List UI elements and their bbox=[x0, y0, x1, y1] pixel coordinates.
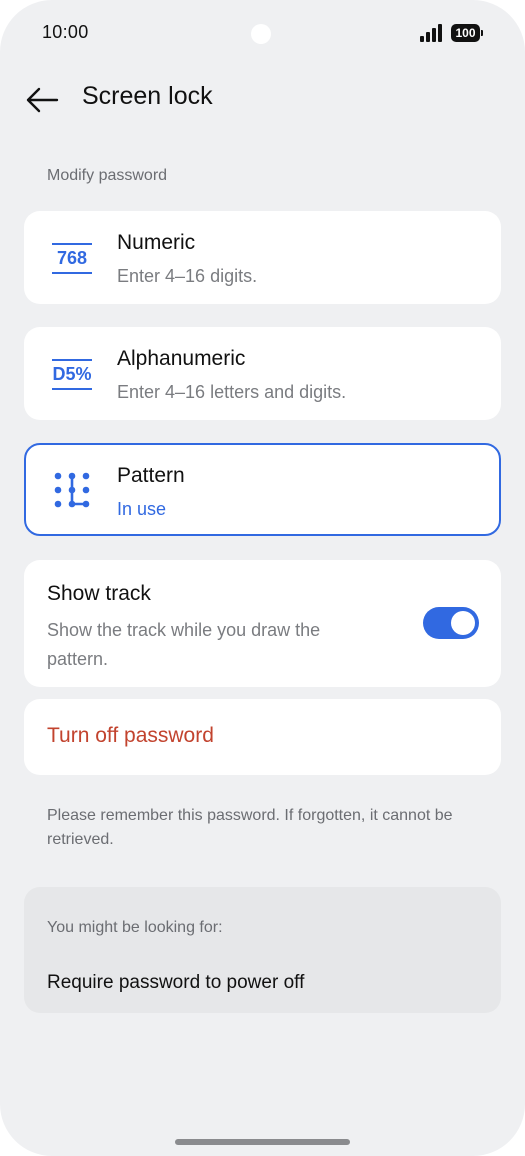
front-camera bbox=[251, 24, 271, 44]
home-indicator[interactable] bbox=[175, 1139, 350, 1145]
toggle-knob bbox=[451, 611, 475, 635]
signal-icon bbox=[420, 24, 444, 42]
back-arrow-icon bbox=[26, 87, 59, 113]
option-numeric[interactable]: 768 Numeric Enter 4–16 digits. bbox=[24, 211, 501, 304]
suggestions-panel: You might be looking for: Require passwo… bbox=[24, 887, 501, 1013]
battery-level: 100 bbox=[455, 26, 476, 40]
option-status: In use bbox=[117, 499, 167, 519]
option-title: Pattern bbox=[117, 464, 185, 487]
phone-screen: 10:00 100 Screen lock Modify password 76… bbox=[0, 0, 525, 1156]
back-button[interactable] bbox=[22, 80, 62, 120]
section-label: Modify password bbox=[47, 167, 168, 184]
turn-off-password-button[interactable]: Turn off password bbox=[24, 699, 501, 775]
option-subtitle: Enter 4–16 digits. bbox=[117, 266, 258, 286]
show-track-description-line2: pattern. bbox=[47, 649, 109, 669]
numeric-icon-text: 768 bbox=[56, 248, 88, 268]
option-title: Alphanumeric bbox=[117, 347, 246, 370]
option-title: Numeric bbox=[117, 231, 196, 254]
pattern-icon bbox=[52, 468, 94, 512]
password-note: Please remember this password. If forgot… bbox=[47, 807, 453, 848]
alphanumeric-icon-text: D5% bbox=[52, 364, 92, 384]
option-alphanumeric[interactable]: D5% Alphanumeric Enter 4–16 letters and … bbox=[24, 327, 501, 420]
show-track-title: Show track bbox=[47, 582, 151, 605]
header: Screen lock bbox=[0, 70, 525, 130]
show-track-description-line1: Show the track while you draw the bbox=[47, 620, 321, 640]
numeric-icon: 768 bbox=[52, 235, 94, 279]
suggestion-require-password-power-off[interactable]: Require password to power off bbox=[47, 972, 304, 994]
show-track-card: Show track Show the track while you draw… bbox=[24, 560, 501, 687]
option-subtitle: Enter 4–16 letters and digits. bbox=[117, 382, 347, 402]
option-pattern[interactable]: Pattern In use bbox=[24, 443, 501, 536]
suggestions-title: You might be looking for: bbox=[47, 919, 223, 936]
alphanumeric-icon: D5% bbox=[52, 351, 94, 395]
turn-off-password-label: Turn off password bbox=[47, 724, 214, 747]
show-track-toggle[interactable] bbox=[423, 607, 479, 639]
status-time: 10:00 bbox=[42, 22, 89, 42]
show-track-description: Show the track while you draw the patter… bbox=[47, 616, 387, 674]
status-bar: 10:00 100 bbox=[0, 0, 525, 66]
battery-icon: 100 bbox=[451, 24, 483, 42]
page-title: Screen lock bbox=[82, 82, 213, 110]
